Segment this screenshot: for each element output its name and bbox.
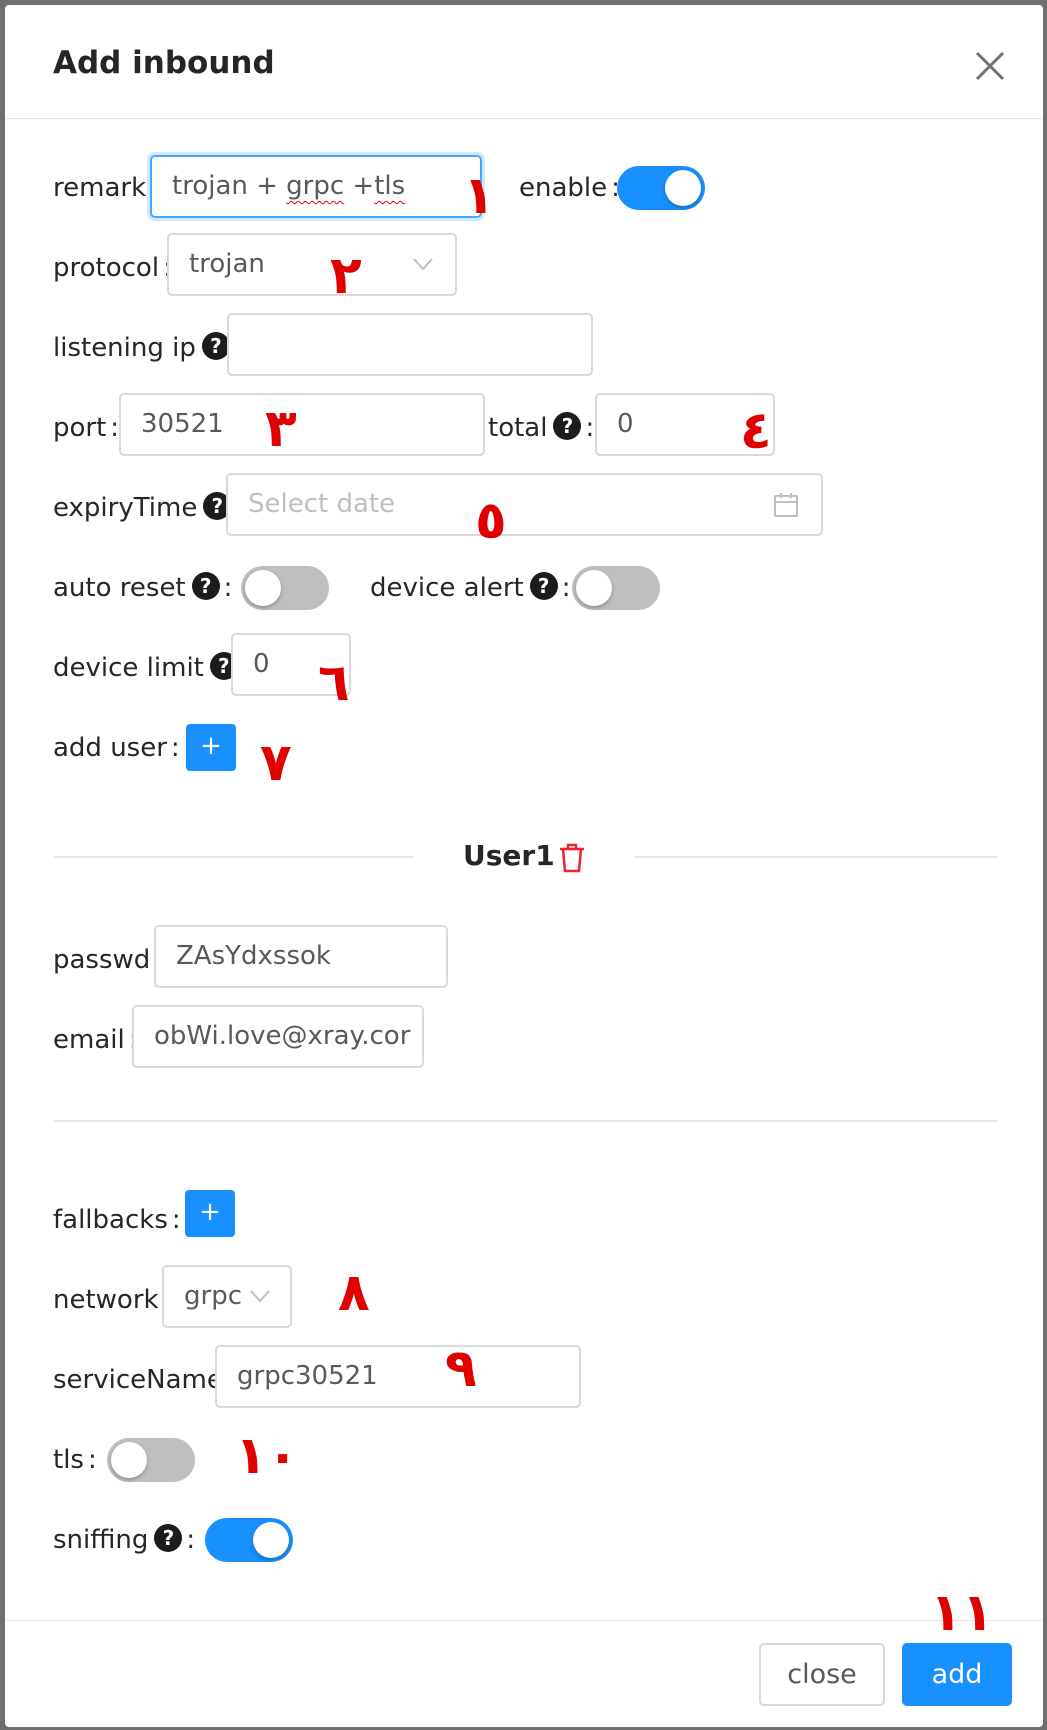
question-circle-icon[interactable]: ? — [154, 1523, 183, 1552]
auto-reset-label: auto reset?: — [53, 571, 233, 603]
annotation-number: ٧ — [260, 733, 292, 793]
annotation-number: ١١ — [930, 1583, 994, 1643]
auto-reset-switch[interactable] — [241, 566, 329, 610]
tls-switch[interactable] — [107, 1438, 195, 1482]
device-alert-switch[interactable] — [572, 566, 660, 610]
annotation-number: ٨ — [338, 1263, 370, 1323]
trash-icon[interactable] — [558, 843, 586, 873]
expiry-time-label: expiryTime?: — [53, 488, 244, 528]
protocol-select[interactable]: trojan — [167, 233, 457, 296]
passwd-label: passwd: — [53, 945, 163, 975]
device-limit-label: device limit?: — [53, 648, 251, 688]
close-button[interactable]: close — [759, 1643, 885, 1706]
question-circle-icon[interactable]: ? — [201, 331, 230, 360]
remark-label: remark: — [53, 173, 159, 203]
add-fallback-button[interactable]: + — [185, 1190, 235, 1237]
service-name-label: serviceName: — [53, 1365, 236, 1395]
annotation-number: ٥ — [475, 491, 507, 551]
port-input[interactable]: 30521 — [119, 393, 485, 456]
network-select[interactable]: grpc — [162, 1265, 292, 1328]
network-label: network: — [53, 1285, 171, 1315]
chevron-down-icon — [250, 1290, 270, 1303]
add-user-label: add user: — [53, 733, 180, 763]
chevron-down-icon — [413, 258, 433, 271]
add-inbound-dialog: Add inbound remark: trojan + grpc +tls e… — [5, 5, 1043, 1727]
annotation-number: ٣ — [265, 399, 297, 459]
listening-ip-label: listening ip?: — [53, 328, 243, 368]
question-circle-icon[interactable]: ? — [529, 571, 558, 600]
add-button[interactable]: add — [902, 1643, 1012, 1706]
annotation-number: ٩ — [445, 1339, 477, 1399]
calendar-icon — [774, 493, 798, 517]
sniffing-label: sniffing?: — [53, 1523, 196, 1555]
fallbacks-label: fallbacks: — [53, 1205, 181, 1235]
divider — [53, 1120, 997, 1122]
annotation-number: ١ — [463, 166, 495, 226]
remark-input[interactable]: trojan + grpc +tls — [150, 155, 482, 218]
email-label: email: — [53, 1025, 137, 1055]
enable-switch[interactable] — [617, 166, 705, 210]
dialog-title: Add inbound — [53, 45, 275, 81]
sniffing-switch[interactable] — [205, 1518, 293, 1562]
dialog-header: Add inbound — [5, 5, 1043, 119]
question-circle-icon[interactable]: ? — [553, 411, 582, 440]
annotation-number: ٢ — [330, 246, 362, 306]
service-name-input[interactable]: grpc30521 — [215, 1345, 581, 1408]
annotation-number: ٤ — [740, 401, 772, 461]
add-user-button[interactable]: + — [186, 724, 236, 771]
enable-label: enable: — [519, 173, 620, 203]
question-circle-icon[interactable]: ? — [191, 571, 220, 600]
annotation-number: ٦ — [318, 653, 350, 713]
divider — [635, 856, 997, 858]
divider — [53, 856, 413, 858]
close-icon[interactable] — [973, 49, 1007, 83]
annotation-number: ١٠ — [235, 1426, 299, 1486]
user-section-title: User1 — [463, 839, 555, 872]
listening-ip-input[interactable] — [227, 313, 593, 376]
dialog-footer: close add — [5, 1620, 1043, 1727]
email-input[interactable]: obWi.love@xray.cor — [132, 1005, 424, 1068]
tls-label: tls: — [53, 1445, 97, 1475]
total-label: total?: — [488, 411, 595, 443]
port-label: port: — [53, 413, 120, 443]
device-alert-label: device alert?: — [370, 571, 571, 603]
protocol-label: protocol: — [53, 253, 172, 283]
passwd-input[interactable]: ZAsYdxssok — [154, 925, 448, 988]
expiry-date-picker[interactable]: Select date — [226, 473, 823, 536]
